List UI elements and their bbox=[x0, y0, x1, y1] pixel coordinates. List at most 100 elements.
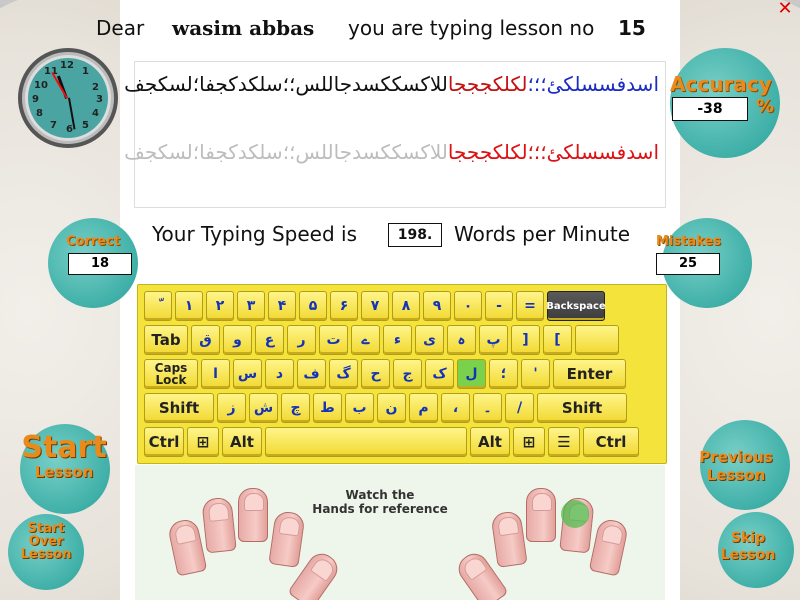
enter-key[interactable]: Enter bbox=[553, 359, 626, 389]
key[interactable]: ۵ bbox=[299, 291, 327, 321]
typing-speed-unit: Words per Minute bbox=[454, 222, 631, 246]
key[interactable]: ج bbox=[393, 359, 422, 389]
alt-right-key[interactable]: Alt bbox=[470, 427, 510, 457]
key[interactable]: ' bbox=[521, 359, 550, 389]
key-label: / bbox=[516, 400, 523, 416]
clock-number: 2 bbox=[92, 82, 99, 93]
key[interactable]: س bbox=[233, 359, 262, 389]
key[interactable] bbox=[575, 325, 619, 355]
start-over-lesson-button[interactable]: Start Over Lesson bbox=[4, 522, 88, 561]
nail bbox=[497, 515, 520, 537]
key[interactable]: ق bbox=[191, 325, 220, 355]
alt-left-key[interactable]: Alt bbox=[222, 427, 262, 457]
hands-text-line2: Hands for reference bbox=[312, 502, 448, 516]
ctrl-right-key[interactable]: Ctrl bbox=[583, 427, 639, 457]
key[interactable]: چ bbox=[281, 393, 310, 423]
nail bbox=[461, 554, 488, 581]
key[interactable]: ۴ bbox=[268, 291, 296, 321]
accuracy-percent: % bbox=[756, 96, 775, 117]
key-highlighted[interactable]: ل bbox=[457, 359, 486, 389]
key[interactable]: ء bbox=[383, 325, 412, 355]
key[interactable]: ۹ bbox=[423, 291, 451, 321]
key-label: ۹ bbox=[432, 298, 442, 314]
key[interactable]: - bbox=[485, 291, 513, 321]
key[interactable]: ک bbox=[425, 359, 454, 389]
key[interactable]: ّ bbox=[144, 291, 172, 321]
key[interactable]: ر bbox=[287, 325, 316, 355]
key[interactable]: ز bbox=[217, 393, 246, 423]
key[interactable]: ۶ bbox=[330, 291, 358, 321]
previous-lesson-button[interactable]: Previous Lesson bbox=[686, 448, 786, 484]
key[interactable]: گ bbox=[329, 359, 358, 389]
key[interactable]: ، bbox=[441, 393, 470, 423]
spacebar-key[interactable] bbox=[265, 427, 467, 457]
windows-left-key[interactable]: ⊞ bbox=[187, 427, 219, 457]
key[interactable]: ن bbox=[377, 393, 406, 423]
key[interactable]: ۲ bbox=[206, 291, 234, 321]
windows-icon: ⊞ bbox=[196, 433, 210, 451]
key[interactable]: ۰ bbox=[454, 291, 482, 321]
key-label: ز bbox=[227, 400, 236, 416]
clock-number: 7 bbox=[50, 120, 57, 131]
active-finger-indicator bbox=[561, 500, 589, 528]
typing-speed-line: Your Typing Speed is 198. Words per Minu… bbox=[152, 220, 672, 250]
key[interactable]: / bbox=[505, 393, 534, 423]
typed-text-line: اسدفسسلکئ؛؛؛لکلکجججاللاکسککسدجاللس؛؛سلکد… bbox=[124, 72, 659, 96]
clock-number: 5 bbox=[82, 120, 89, 131]
key-label: ی bbox=[423, 332, 436, 348]
key[interactable]: ب bbox=[345, 393, 374, 423]
caps-lock-key[interactable]: Caps Lock bbox=[144, 359, 198, 389]
left-middle-finger bbox=[238, 488, 268, 542]
key[interactable]: ۳ bbox=[237, 291, 265, 321]
key[interactable]: ط bbox=[313, 393, 342, 423]
tab-label: Tab bbox=[151, 331, 181, 349]
clock-number: 8 bbox=[36, 108, 43, 119]
right-middle-finger bbox=[526, 488, 556, 542]
key[interactable]: ۷ bbox=[361, 291, 389, 321]
shift-left-key[interactable]: Shift bbox=[144, 393, 214, 423]
lesson-number: 15 bbox=[618, 16, 646, 40]
key[interactable]: م bbox=[409, 393, 438, 423]
key[interactable]: ش bbox=[249, 393, 278, 423]
start-lesson-button[interactable]: Start Lesson bbox=[14, 430, 114, 481]
key[interactable]: ] bbox=[511, 325, 540, 355]
key-label: ر bbox=[297, 332, 306, 348]
key-label: ' bbox=[533, 366, 538, 382]
key-label: ا bbox=[213, 366, 218, 382]
previous-label-1: Previous bbox=[699, 448, 773, 466]
nail bbox=[309, 555, 337, 583]
key[interactable]: ؛ bbox=[489, 359, 518, 389]
menu-key[interactable]: ☰ bbox=[548, 427, 580, 457]
key[interactable]: پ bbox=[479, 325, 508, 355]
key[interactable]: [ bbox=[543, 325, 572, 355]
key[interactable]: و bbox=[223, 325, 252, 355]
key[interactable]: ۔ bbox=[473, 393, 502, 423]
key[interactable]: ع bbox=[255, 325, 284, 355]
tab-key[interactable]: Tab bbox=[144, 325, 188, 355]
key[interactable]: ا bbox=[201, 359, 230, 389]
typed-remaining-text: للاکسککسدجاللس؛؛سلکدکجفا؛لسکجف bbox=[124, 72, 448, 96]
key[interactable]: ہ bbox=[447, 325, 476, 355]
accuracy-label: Accuracy bbox=[670, 72, 772, 96]
key-label: ف bbox=[303, 366, 320, 382]
key[interactable]: ے bbox=[351, 325, 380, 355]
key[interactable]: ف bbox=[297, 359, 326, 389]
key-label: پ bbox=[486, 332, 501, 348]
key[interactable]: ۱ bbox=[175, 291, 203, 321]
key-label: ط bbox=[320, 400, 335, 416]
key[interactable]: ح bbox=[361, 359, 390, 389]
skip-lesson-button[interactable]: Skip Lesson bbox=[706, 530, 790, 564]
key[interactable]: = bbox=[516, 291, 544, 321]
key[interactable]: ۸ bbox=[392, 291, 420, 321]
key[interactable]: ت bbox=[319, 325, 348, 355]
greeting-dear: Dear bbox=[96, 16, 145, 40]
backspace-key[interactable]: Backspace bbox=[546, 291, 606, 321]
start-lesson-label-big: Start bbox=[21, 430, 107, 465]
key[interactable]: ی bbox=[415, 325, 444, 355]
clock-number: 12 bbox=[60, 60, 74, 71]
key[interactable]: د bbox=[265, 359, 294, 389]
windows-right-key[interactable]: ⊞ bbox=[513, 427, 545, 457]
shift-right-key[interactable]: Shift bbox=[537, 393, 627, 423]
ctrl-left-key[interactable]: Ctrl bbox=[144, 427, 184, 457]
nail bbox=[601, 523, 625, 546]
